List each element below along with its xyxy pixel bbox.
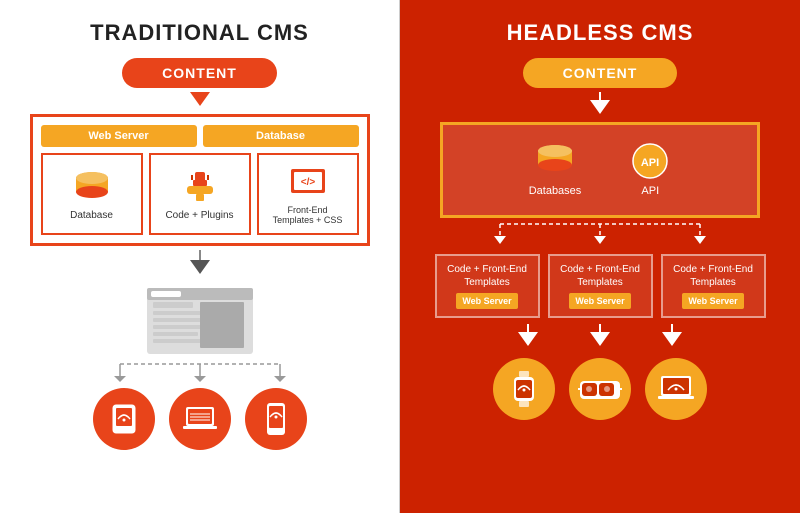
arrow-content-to-box-right bbox=[590, 92, 610, 114]
device-row-headless bbox=[493, 358, 707, 420]
monitor-illustration bbox=[145, 286, 255, 356]
headless-connection-svg bbox=[450, 220, 750, 246]
api-icon-box: API API bbox=[613, 135, 687, 205]
databases-icon-box: Databases bbox=[513, 135, 598, 205]
device-row-traditional bbox=[93, 388, 307, 450]
webserver-label-1: Web Server bbox=[456, 293, 517, 309]
webserver-box-3: Code + Front-End Templates Web Server bbox=[661, 254, 766, 318]
headless-cms-panel: HEADLESS CMS CONTENT Databases bbox=[400, 0, 800, 513]
tablet-device bbox=[93, 388, 155, 450]
web-server-header: Web Server bbox=[41, 125, 197, 147]
browser-icon bbox=[145, 286, 255, 356]
headless-cms-title: HEADLESS CMS bbox=[507, 20, 694, 46]
laptop-icon bbox=[182, 404, 218, 434]
headless-arrows-row bbox=[450, 324, 750, 346]
webserver-box-2: Code + Front-End Templates Web Server bbox=[548, 254, 653, 318]
headless-content-pill: CONTENT bbox=[523, 58, 678, 88]
plugins-icon-box: Code + Plugins bbox=[149, 153, 251, 235]
headless-connection-lines bbox=[450, 220, 750, 246]
traditional-cms-panel: TRADITIONAL CMS CONTENT Web Server Datab… bbox=[0, 0, 399, 513]
svg-text:</>: </> bbox=[300, 177, 315, 188]
tablet-icon bbox=[109, 403, 139, 435]
vr-glasses-icon bbox=[578, 375, 622, 403]
phone-icon bbox=[264, 402, 288, 436]
watch-device bbox=[493, 358, 555, 420]
database-icon-box: Database bbox=[41, 153, 143, 235]
headless-cms-box: Databases API API bbox=[440, 122, 760, 218]
database-icon bbox=[73, 170, 111, 204]
webserver-boxes-row: Code + Front-End Templates Web Server Co… bbox=[420, 254, 780, 318]
traditional-content-pill: CONTENT bbox=[122, 58, 277, 88]
plugins-icon bbox=[181, 170, 219, 204]
laptop-device bbox=[169, 388, 231, 450]
api-icon: API bbox=[629, 143, 671, 179]
laptop-icon-right bbox=[657, 373, 695, 405]
laptop-device-headless bbox=[645, 358, 707, 420]
vr-glasses-device bbox=[569, 358, 631, 420]
webserver-label-3: Web Server bbox=[682, 293, 743, 309]
frontend-icon-box: </> Front-EndTemplates + CSS bbox=[257, 153, 359, 235]
frontend-icon: </> bbox=[289, 165, 327, 199]
webserver-label-2: Web Server bbox=[569, 293, 630, 309]
arrow-box-to-monitor bbox=[190, 250, 210, 274]
watch-icon bbox=[510, 371, 538, 407]
databases-icon bbox=[534, 143, 576, 179]
phone-device bbox=[245, 388, 307, 450]
svg-text:API: API bbox=[641, 157, 659, 169]
database-header: Database bbox=[203, 125, 359, 147]
connection-lines-svg bbox=[90, 360, 310, 382]
traditional-cms-title: TRADITIONAL CMS bbox=[90, 20, 309, 46]
webserver-box-1: Code + Front-End Templates Web Server bbox=[435, 254, 540, 318]
traditional-cms-box: Web Server Database Database bbox=[30, 114, 370, 246]
trad-connection-lines bbox=[90, 360, 310, 382]
arrow-content-to-box bbox=[190, 92, 210, 106]
